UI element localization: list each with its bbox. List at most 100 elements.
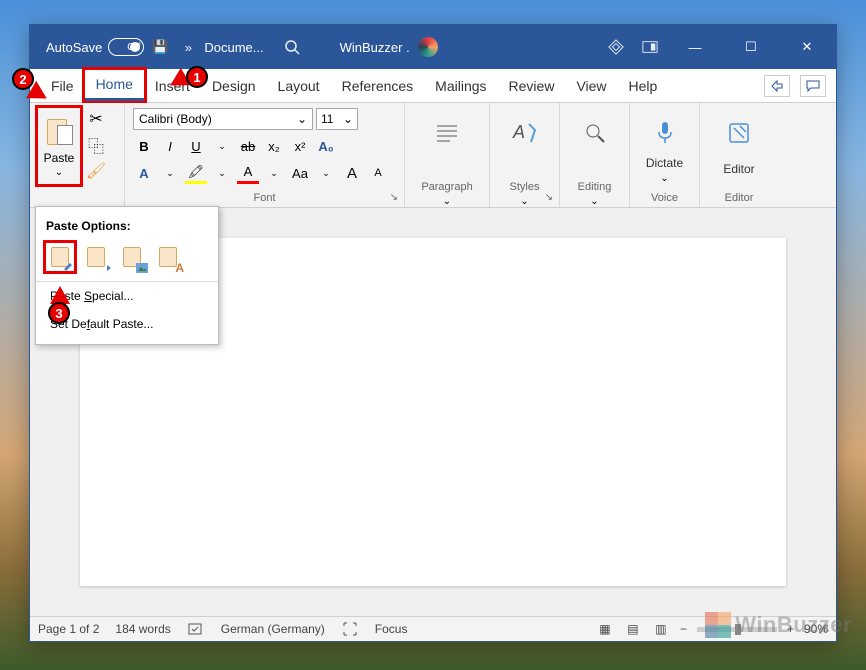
app-label: WinBuzzer .	[340, 40, 410, 55]
minimize-button[interactable]: —	[676, 32, 714, 62]
maximize-button[interactable]: ☐	[732, 32, 770, 62]
tab-design[interactable]: Design	[201, 72, 267, 100]
callout-2: 2	[12, 68, 34, 90]
share-button[interactable]	[764, 75, 790, 97]
autosave-toggle[interactable]: AutoSave Off	[46, 38, 144, 56]
cut-icon[interactable]: ✂	[86, 109, 106, 129]
paste-button[interactable]: Paste ⌄	[38, 108, 80, 184]
tab-mailings[interactable]: Mailings	[424, 72, 497, 100]
paste-label: Paste	[44, 151, 75, 165]
editor-icon[interactable]	[721, 118, 757, 148]
text-effects-icon[interactable]: A	[133, 162, 155, 184]
chevron-down-icon[interactable]: ⌄	[443, 196, 451, 207]
subscript-button[interactable]: x₂	[263, 135, 285, 157]
keep-text-only-icon[interactable]: A	[154, 243, 182, 271]
comments-button[interactable]	[800, 75, 826, 97]
voice-group: Dictate ⌄ Voice	[630, 103, 700, 207]
tab-review[interactable]: Review	[498, 72, 566, 100]
voice-group-label: Voice	[651, 189, 678, 207]
paragraph-group-label: Paragraph	[421, 178, 472, 196]
clipboard-group: Paste ⌄ ✂ ⿻ 🖌	[30, 103, 125, 207]
underline-button[interactable]: U	[185, 135, 207, 157]
watermark-text: WinBuzzer	[735, 612, 852, 638]
callout-3: 3	[48, 302, 70, 324]
text-effects-button[interactable]: A₀	[315, 135, 337, 157]
chevron-down-icon[interactable]: ⌄	[590, 196, 598, 207]
copy-icon[interactable]: ⿻	[86, 135, 106, 155]
font-size-select[interactable]: 11⌄	[316, 108, 358, 130]
web-layout-icon[interactable]: ▥	[652, 622, 670, 636]
titlebar: AutoSave Off 💾 » Docume... WinBuzzer . —	[30, 25, 836, 69]
display-mode-icon[interactable]	[642, 39, 658, 55]
paragraph-group: Paragraph ⌄	[405, 103, 490, 207]
toggle-switch[interactable]: Off	[108, 38, 144, 56]
dialog-launcher-icon[interactable]: ↘	[545, 192, 553, 203]
keep-source-formatting-icon[interactable]	[46, 243, 74, 271]
chevron-down-icon[interactable]: ⌄	[159, 162, 181, 184]
styles-group: A Styles ⌄ ↘	[490, 103, 560, 207]
dialog-launcher-icon[interactable]: ↘	[390, 192, 398, 203]
user-avatar[interactable]	[418, 37, 438, 57]
editor-group-label: Editor	[725, 189, 754, 207]
tab-view[interactable]: View	[565, 72, 617, 100]
ribbon: Paste ⌄ ✂ ⿻ 🖌 Calibri (Body)⌄ 11⌄ B I	[30, 103, 836, 208]
dictate-icon[interactable]	[647, 118, 683, 148]
paste-options-header: Paste Options:	[36, 213, 218, 241]
paste-options-menu: Paste Options: A Paste Special... Set De…	[35, 206, 219, 345]
paragraph-icon[interactable]	[429, 118, 465, 148]
underline-dropdown-icon[interactable]: ⌄	[211, 135, 233, 157]
styles-group-label: Styles	[510, 178, 540, 196]
picture-icon[interactable]	[118, 243, 146, 271]
clipboard-icon	[45, 115, 73, 147]
spellcheck-icon[interactable]	[187, 622, 205, 636]
chevron-down-icon[interactable]: ⌄	[660, 173, 668, 184]
chevron-down-icon[interactable]: ⌄	[315, 162, 337, 184]
change-case-button[interactable]: Aa	[289, 162, 311, 184]
font-color-button[interactable]: A	[237, 162, 259, 184]
merge-formatting-icon[interactable]	[82, 243, 110, 271]
chevron-down-icon[interactable]: ⌄	[263, 162, 285, 184]
tab-references[interactable]: References	[331, 72, 425, 100]
shrink-font-button[interactable]: A	[367, 162, 389, 184]
editing-group: Editing ⌄	[560, 103, 630, 207]
close-button[interactable]: ✕	[788, 32, 826, 62]
premium-icon[interactable]	[608, 39, 624, 55]
focus-icon[interactable]	[341, 622, 359, 636]
watermark: WinBuzzer	[705, 612, 852, 638]
strikethrough-button[interactable]: ab	[237, 135, 259, 157]
highlight-button[interactable]: 🖍	[185, 162, 207, 184]
styles-icon[interactable]: A	[507, 118, 543, 148]
editor-label: Editor	[723, 159, 754, 179]
print-layout-icon[interactable]: ▤	[624, 622, 642, 636]
tab-home[interactable]: Home	[85, 70, 144, 101]
callout-1: 1	[186, 66, 208, 88]
chevron-down-icon[interactable]: ⌄	[520, 196, 528, 207]
overflow-icon[interactable]: »	[180, 39, 196, 55]
save-icon[interactable]: 💾	[152, 39, 168, 55]
ribbon-tabs: File Home Insert Design Layout Reference…	[30, 69, 836, 103]
document-name: Docume...	[204, 40, 263, 55]
italic-button[interactable]: I	[159, 135, 181, 157]
autosave-label: AutoSave	[46, 40, 102, 55]
font-size-value: 11	[321, 112, 333, 126]
chevron-down-icon: ⌄	[297, 112, 307, 126]
editing-group-label: Editing	[578, 178, 612, 196]
bold-button[interactable]: B	[133, 135, 155, 157]
watermark-logo	[705, 612, 731, 638]
language-indicator[interactable]: German (Germany)	[221, 622, 325, 636]
font-name-select[interactable]: Calibri (Body)⌄	[133, 108, 313, 130]
editing-icon[interactable]	[577, 118, 613, 148]
zoom-out-button[interactable]: −	[680, 622, 687, 636]
font-group: Calibri (Body)⌄ 11⌄ B I U ⌄ ab x₂ x² A₀ …	[125, 103, 405, 207]
chevron-down-icon[interactable]: ⌄	[211, 162, 233, 184]
word-count[interactable]: 184 words	[115, 622, 170, 636]
tab-layout[interactable]: Layout	[267, 72, 331, 100]
format-painter-icon[interactable]: 🖌	[86, 161, 106, 181]
search-icon[interactable]	[284, 39, 300, 55]
tab-help[interactable]: Help	[618, 72, 669, 100]
focus-label[interactable]: Focus	[375, 622, 408, 636]
read-mode-icon[interactable]: ▦	[596, 622, 614, 636]
grow-font-button[interactable]: A	[341, 162, 363, 184]
superscript-button[interactable]: x²	[289, 135, 311, 157]
page-indicator[interactable]: Page 1 of 2	[38, 622, 99, 636]
